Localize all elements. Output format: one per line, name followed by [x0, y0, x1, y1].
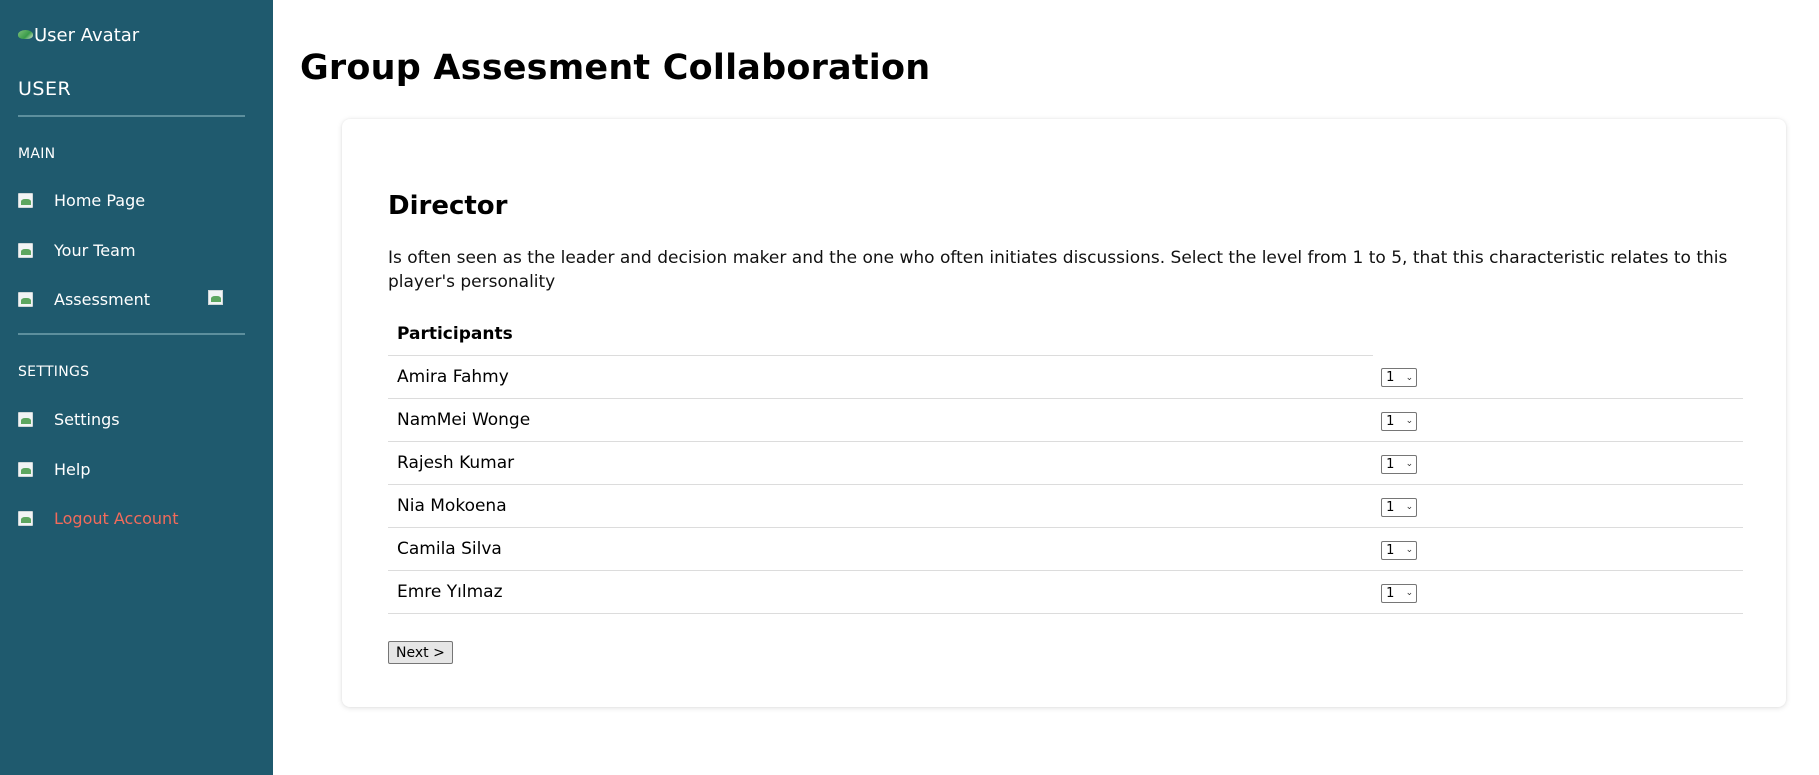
sidebar-item-label: Your Team — [54, 240, 136, 260]
table-row: Camila Silva 1 ⌄ — [388, 527, 1743, 571]
sidebar-item-label: Assessment — [54, 289, 150, 309]
table-header-row: Participants — [388, 313, 1743, 356]
participants-header: Participants — [388, 313, 1374, 356]
level-value: 1 — [1386, 499, 1395, 515]
sidebar-item-logout[interactable]: Logout Account — [18, 506, 248, 530]
sidebar-divider — [18, 333, 245, 335]
table-row: Rajesh Kumar 1 ⌄ — [388, 441, 1743, 485]
help-icon — [18, 461, 36, 477]
home-icon — [18, 192, 36, 208]
sidebar-item-label: Help — [54, 459, 91, 479]
level-value: 1 — [1386, 542, 1395, 558]
level-value: 1 — [1386, 585, 1395, 601]
settings-icon — [18, 411, 36, 427]
page-title: Group Assesment Collaboration — [300, 48, 931, 88]
role-description: Is often seen as the leader and decision… — [388, 248, 1728, 292]
sidebar-item-your-team[interactable]: Your Team — [18, 238, 248, 262]
avatar-alt-text: User Avatar — [34, 24, 140, 46]
level-select[interactable]: 1 ⌄ — [1381, 540, 1418, 560]
assessment-card: Director Is often seen as the leader and… — [342, 119, 1786, 707]
table-row: Emre Yılmaz 1 ⌄ — [388, 570, 1743, 614]
participant-name: Rajesh Kumar — [388, 441, 1374, 485]
table-row: Nia Mokoena 1 ⌄ — [388, 484, 1743, 528]
next-button[interactable]: Next > — [388, 641, 453, 664]
sidebar-item-home-page[interactable]: Home Page — [18, 188, 248, 212]
participant-name: Nia Mokoena — [388, 484, 1374, 528]
participant-name: Amira Fahmy — [388, 355, 1374, 399]
avatar-image-icon — [18, 28, 34, 42]
level-header — [1373, 313, 1743, 356]
sidebar-item-help[interactable]: Help — [18, 457, 248, 481]
chevron-down-icon: ⌄ — [1405, 372, 1414, 383]
assessment-indicator-icon — [208, 290, 224, 306]
team-icon — [18, 242, 36, 258]
chevron-down-icon: ⌄ — [1405, 545, 1414, 555]
participants-table: Participants Amira Fahmy 1 ⌄ NamMei Wonge… — [388, 313, 1743, 614]
user-avatar: User Avatar — [18, 24, 139, 46]
main-section-label: MAIN — [18, 146, 56, 162]
level-select[interactable]: 1 ⌄ — [1381, 411, 1418, 431]
user-label: USER — [18, 78, 72, 100]
table-row: Amira Fahmy 1 ⌄ — [388, 355, 1743, 399]
chevron-down-icon: ⌄ — [1405, 416, 1414, 426]
role-heading: Director — [388, 191, 508, 221]
settings-section-label: SETTINGS — [18, 364, 90, 380]
sidebar-item-label: Home Page — [54, 190, 146, 210]
sidebar-divider — [18, 115, 245, 117]
level-select[interactable]: 1 ⌄ — [1381, 368, 1418, 388]
sidebar-item-label: Logout Account — [54, 508, 179, 528]
level-value: 1 — [1386, 456, 1395, 472]
participant-name: NamMei Wonge — [388, 398, 1374, 442]
chevron-down-icon: ⌄ — [1405, 459, 1414, 469]
sidebar-item-settings[interactable]: Settings — [18, 407, 248, 431]
table-row: NamMei Wonge 1 ⌄ — [388, 398, 1743, 442]
participant-name: Camila Silva — [388, 527, 1374, 571]
level-value: 1 — [1386, 413, 1395, 429]
level-select[interactable]: 1 ⌄ — [1381, 583, 1418, 603]
chevron-down-icon: ⌄ — [1405, 502, 1414, 512]
sidebar-item-label: Settings — [54, 409, 120, 429]
level-select[interactable]: 1 ⌄ — [1381, 497, 1418, 517]
participant-name: Emre Yılmaz — [388, 570, 1374, 614]
chevron-down-icon: ⌄ — [1405, 588, 1414, 598]
level-select[interactable]: 1 ⌄ — [1381, 454, 1418, 474]
logout-icon — [18, 510, 36, 526]
level-value: 1 — [1386, 370, 1395, 386]
assessment-icon — [18, 291, 36, 307]
sidebar: User Avatar USER MAIN Home Page Your Tea… — [0, 0, 273, 775]
